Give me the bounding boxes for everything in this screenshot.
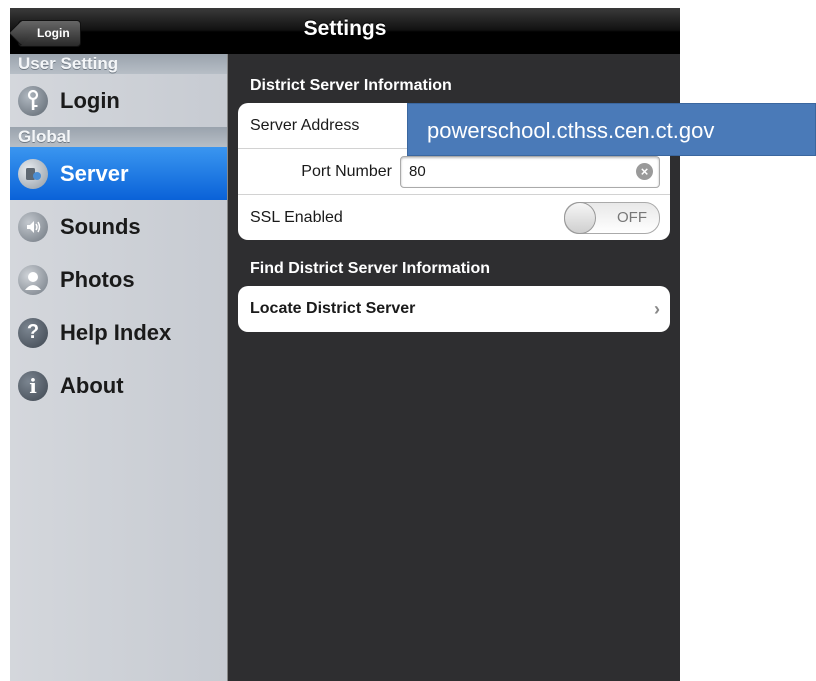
help-icon: ? <box>18 317 48 348</box>
port-number-field[interactable]: 80 × <box>400 155 660 188</box>
sidebar: User Setting Login Global Server Sounds … <box>10 54 228 681</box>
locate-district-server-row[interactable]: Locate District Server › <box>238 286 670 332</box>
sidebar-item-help-index[interactable]: ? Help Index <box>10 306 227 359</box>
section-header-user-setting: User Setting <box>10 54 227 74</box>
ssl-enabled-label: SSL Enabled <box>250 208 343 226</box>
locate-server-card: Locate District Server › <box>238 286 670 332</box>
toggle-knob <box>564 201 596 234</box>
section-header-global: Global <box>10 127 227 147</box>
server-icon <box>18 158 48 189</box>
port-number-value: 80 <box>409 163 426 180</box>
server-address-callout: powerschool.cthss.cen.ct.gov <box>407 103 816 156</box>
toggle-state-label: OFF <box>617 208 647 226</box>
ssl-enabled-row: SSL Enabled OFF <box>238 195 670 240</box>
sidebar-item-label: Sounds <box>60 213 141 239</box>
sidebar-item-login[interactable]: Login <box>10 74 227 127</box>
port-number-label: Port Number <box>301 162 392 180</box>
group-title-district-server: District Server Information <box>250 77 452 94</box>
speaker-icon <box>18 211 48 242</box>
info-icon: i <box>18 370 48 401</box>
sidebar-item-label: About <box>60 372 124 398</box>
chevron-right-icon: › <box>654 298 660 319</box>
locate-district-server-label: Locate District Server <box>250 300 416 317</box>
page-title: Settings <box>303 17 387 40</box>
sidebar-item-label: Photos <box>60 266 135 292</box>
person-icon <box>18 264 48 295</box>
ssl-toggle[interactable]: OFF <box>564 201 660 234</box>
sidebar-item-label: Help Index <box>60 319 172 345</box>
clear-icon[interactable]: × <box>636 162 653 180</box>
sidebar-item-about[interactable]: i About <box>10 359 227 412</box>
sidebar-item-sounds[interactable]: Sounds <box>10 200 227 253</box>
sidebar-item-photos[interactable]: Photos <box>10 253 227 306</box>
key-icon <box>18 85 48 116</box>
navigation-bar: Login Settings <box>10 8 680 54</box>
sidebar-item-label: Login <box>60 87 120 113</box>
server-address-label: Server Address <box>250 116 360 134</box>
sidebar-item-label: Server <box>60 160 129 186</box>
group-title-find-server: Find District Server Information <box>250 260 491 277</box>
sidebar-item-server[interactable]: Server <box>10 147 227 200</box>
